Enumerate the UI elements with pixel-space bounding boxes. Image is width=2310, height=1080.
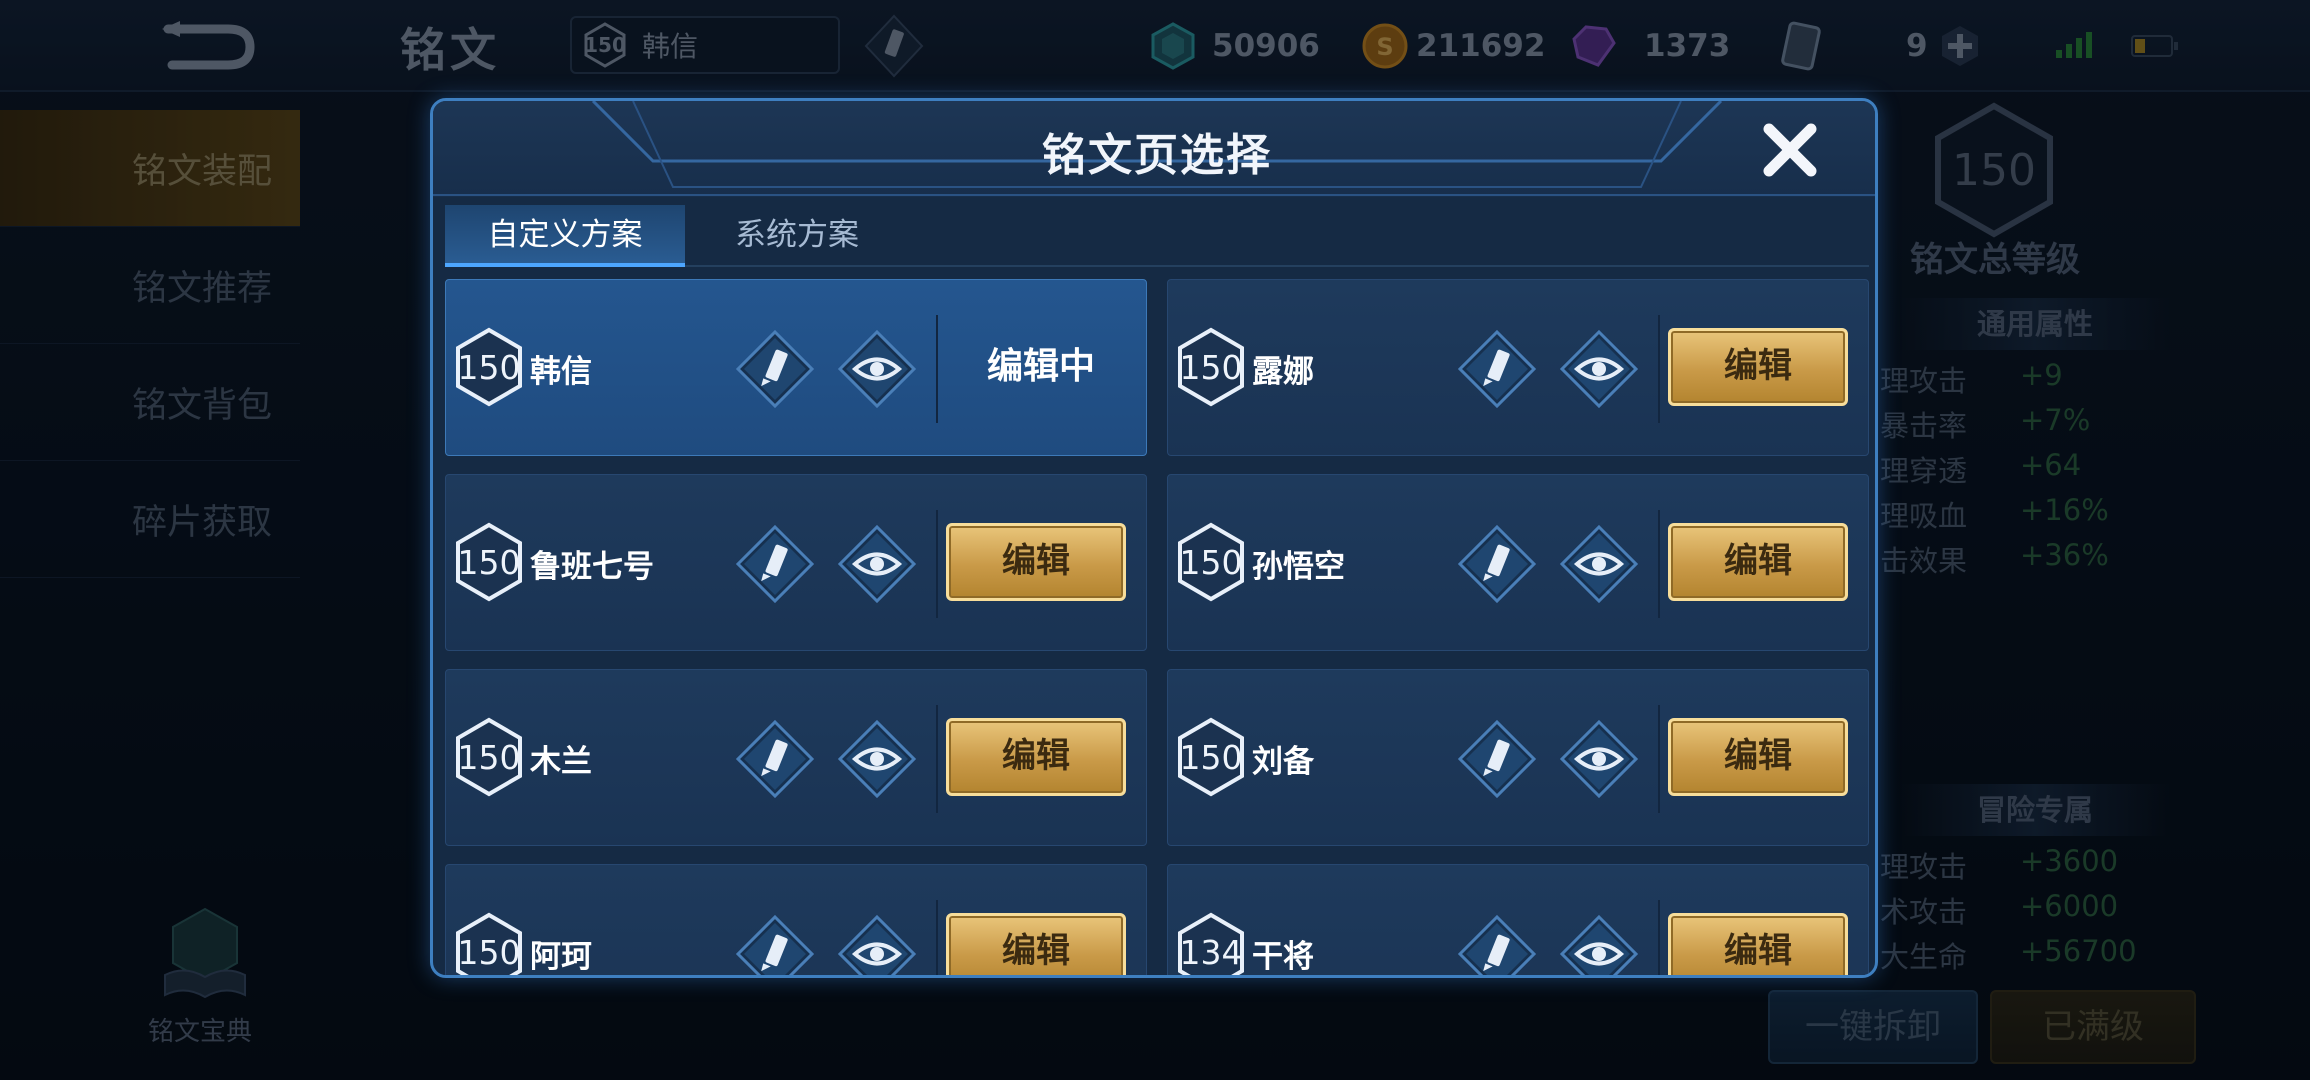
rune-page-card[interactable]: 134 干将 编辑: [1167, 864, 1869, 975]
page-hero-name: 干将: [1252, 939, 1314, 975]
eye-icon: [1559, 329, 1639, 409]
page-level-text: 134: [1179, 932, 1243, 972]
rename-page-button[interactable]: [735, 524, 815, 604]
edit-button[interactable]: 编辑: [946, 913, 1126, 975]
page-level-text: 150: [1179, 347, 1243, 387]
card-divider: [936, 510, 938, 618]
card-divider: [936, 900, 938, 975]
page-level-badge: 150: [454, 717, 524, 797]
eye-icon: [1559, 719, 1639, 799]
page-level-badge: 150: [1176, 522, 1246, 602]
edit-button[interactable]: 编辑: [946, 718, 1126, 796]
page-level-badge: 150: [454, 912, 524, 975]
card-divider: [1658, 900, 1660, 975]
preview-page-button[interactable]: [837, 914, 917, 975]
edit-button[interactable]: 编辑: [1668, 913, 1848, 975]
page-hero-name: 韩信: [530, 354, 592, 390]
preview-page-button[interactable]: [1559, 329, 1639, 409]
eye-icon: [1559, 914, 1639, 975]
dialog-header: 铭文页选择: [433, 101, 1875, 197]
rune-page-card[interactable]: 150 孙悟空 编辑: [1167, 474, 1869, 651]
rune-page-card[interactable]: 150 阿珂 编辑: [445, 864, 1147, 975]
edit-button[interactable]: 编辑: [946, 523, 1126, 601]
rune-page-card[interactable]: 150 鲁班七号 编辑: [445, 474, 1147, 651]
preview-page-button[interactable]: [1559, 719, 1639, 799]
rune-page-card[interactable]: 150 韩信 编辑中: [445, 279, 1147, 456]
pencil-icon: [735, 914, 815, 975]
editing-status: 编辑中: [986, 346, 1095, 387]
pencil-icon: [1457, 719, 1537, 799]
rename-page-button[interactable]: [1457, 719, 1537, 799]
close-x-icon: [1763, 123, 1817, 177]
tab-custom-plans[interactable]: 自定义方案: [445, 205, 685, 267]
page-hero-name: 木兰: [530, 744, 592, 780]
plan-tabs: 自定义方案 系统方案: [445, 205, 1869, 267]
page-level-text: 150: [1179, 737, 1243, 777]
close-button[interactable]: [1759, 119, 1821, 181]
card-divider: [1658, 315, 1660, 423]
rune-page-card[interactable]: 150 露娜 编辑: [1167, 279, 1869, 456]
rename-page-button[interactable]: [735, 719, 815, 799]
preview-page-button[interactable]: [837, 329, 917, 409]
rune-page-dialog: 铭文页选择 自定义方案 系统方案 150 韩信 编辑中 150 露娜 编辑 15…: [430, 98, 1878, 978]
edit-button[interactable]: 编辑: [1668, 328, 1848, 406]
page-level-text: 150: [457, 932, 521, 972]
eye-icon: [837, 524, 917, 604]
card-divider: [1658, 705, 1660, 813]
page-hero-name: 鲁班七号: [530, 549, 654, 585]
pencil-icon: [735, 524, 815, 604]
rename-page-button[interactable]: [1457, 914, 1537, 975]
pencil-icon: [735, 329, 815, 409]
rune-page-card[interactable]: 150 木兰 编辑: [445, 669, 1147, 846]
preview-page-button[interactable]: [837, 719, 917, 799]
card-divider: [1658, 510, 1660, 618]
page-level-badge: 134: [1176, 912, 1246, 975]
card-divider: [936, 705, 938, 813]
pencil-icon: [735, 719, 815, 799]
edit-button[interactable]: 编辑: [1668, 523, 1848, 601]
page-hero-name: 露娜: [1252, 354, 1314, 390]
page-hero-name: 刘备: [1252, 744, 1314, 780]
page-level-text: 150: [457, 737, 521, 777]
page-level-badge: 150: [454, 522, 524, 602]
rename-page-button[interactable]: [1457, 329, 1537, 409]
card-divider: [936, 315, 938, 423]
page-level-text: 150: [457, 542, 521, 582]
preview-page-button[interactable]: [837, 524, 917, 604]
dialog-title: 铭文页选择: [1042, 130, 1272, 181]
eye-icon: [837, 914, 917, 975]
page-level-badge: 150: [1176, 717, 1246, 797]
eye-icon: [1559, 524, 1639, 604]
rename-page-button[interactable]: [735, 914, 815, 975]
preview-page-button[interactable]: [1559, 524, 1639, 604]
rename-page-button[interactable]: [735, 329, 815, 409]
eye-icon: [837, 719, 917, 799]
pencil-icon: [1457, 914, 1537, 975]
rune-page-card[interactable]: 150 刘备 编辑: [1167, 669, 1869, 846]
rename-page-button[interactable]: [1457, 524, 1537, 604]
page-hero-name: 阿珂: [530, 939, 592, 975]
page-level-text: 150: [457, 347, 521, 387]
pencil-icon: [1457, 524, 1537, 604]
page-level-text: 150: [1179, 542, 1243, 582]
page-hero-name: 孙悟空: [1252, 549, 1345, 585]
edit-button[interactable]: 编辑: [1668, 718, 1848, 796]
pencil-icon: [1457, 329, 1537, 409]
game-screen: 铭文 150 韩信 50906 S 211692 1373 9 铭文装配 铭文推…: [0, 0, 2310, 1080]
preview-page-button[interactable]: [1559, 914, 1639, 975]
page-level-badge: 150: [454, 327, 524, 407]
tab-system-plans[interactable]: 系统方案: [707, 205, 887, 267]
eye-icon: [837, 329, 917, 409]
page-level-badge: 150: [1176, 327, 1246, 407]
